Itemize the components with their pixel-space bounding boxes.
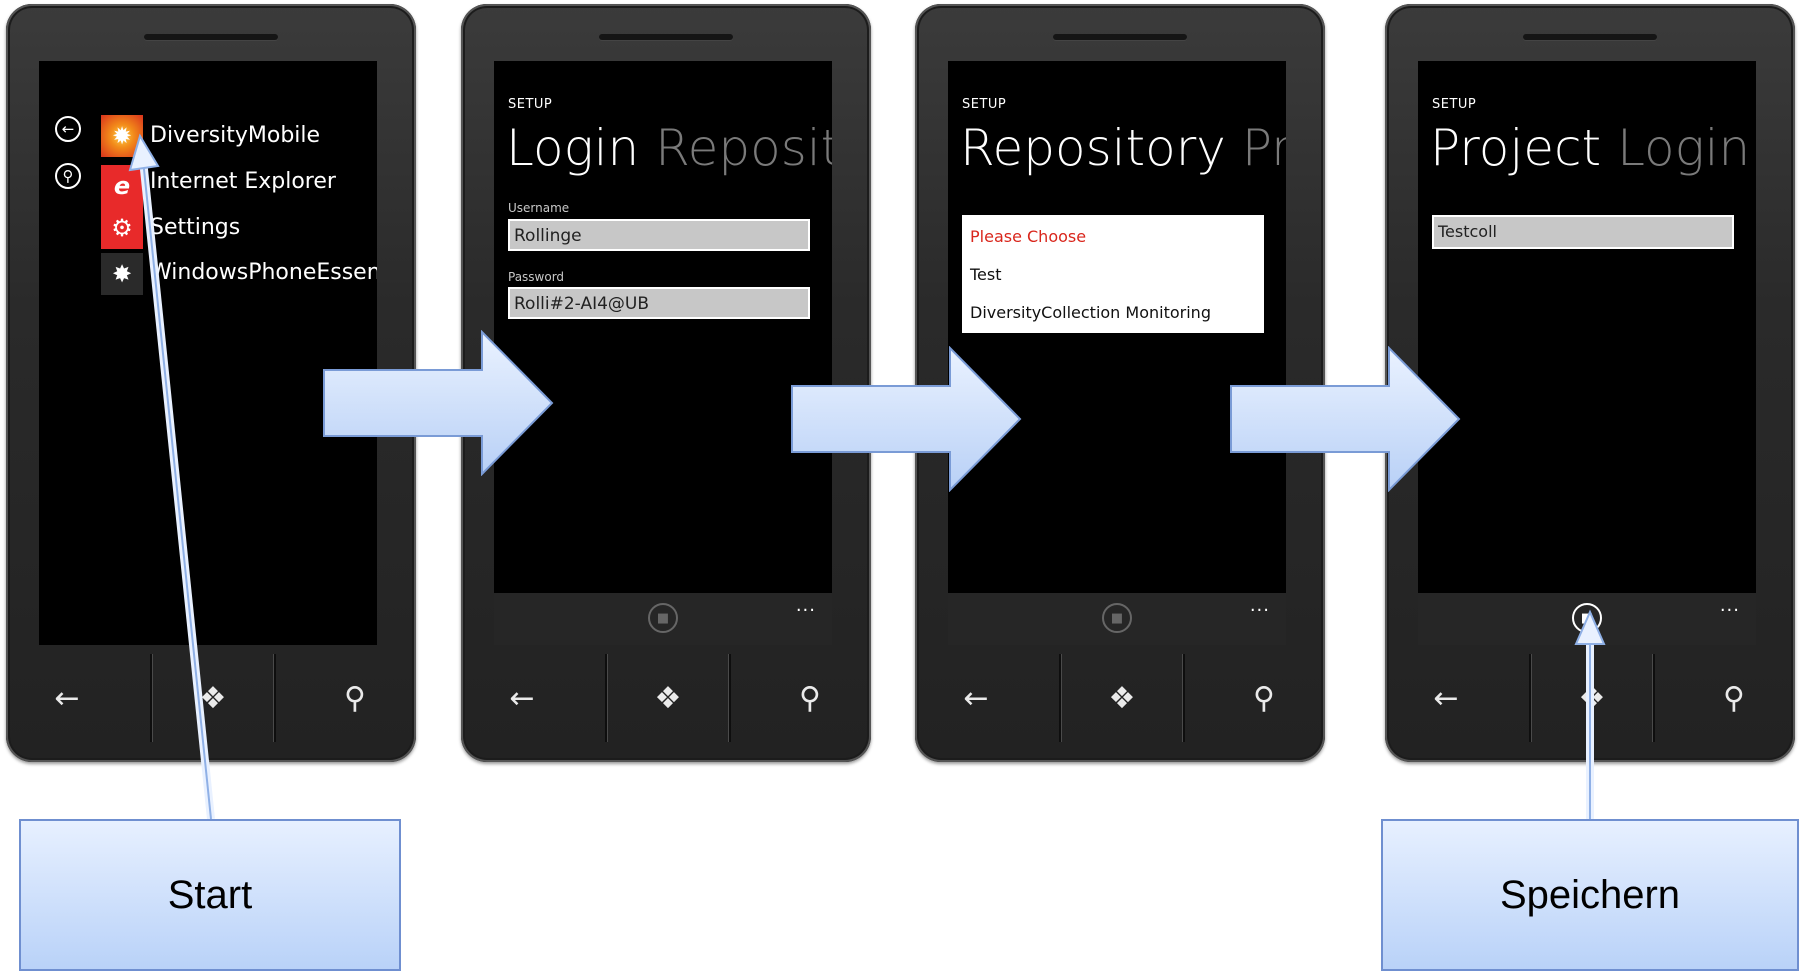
save-callout: Speichern [1381, 819, 1799, 971]
start-callout: Start [19, 819, 401, 971]
